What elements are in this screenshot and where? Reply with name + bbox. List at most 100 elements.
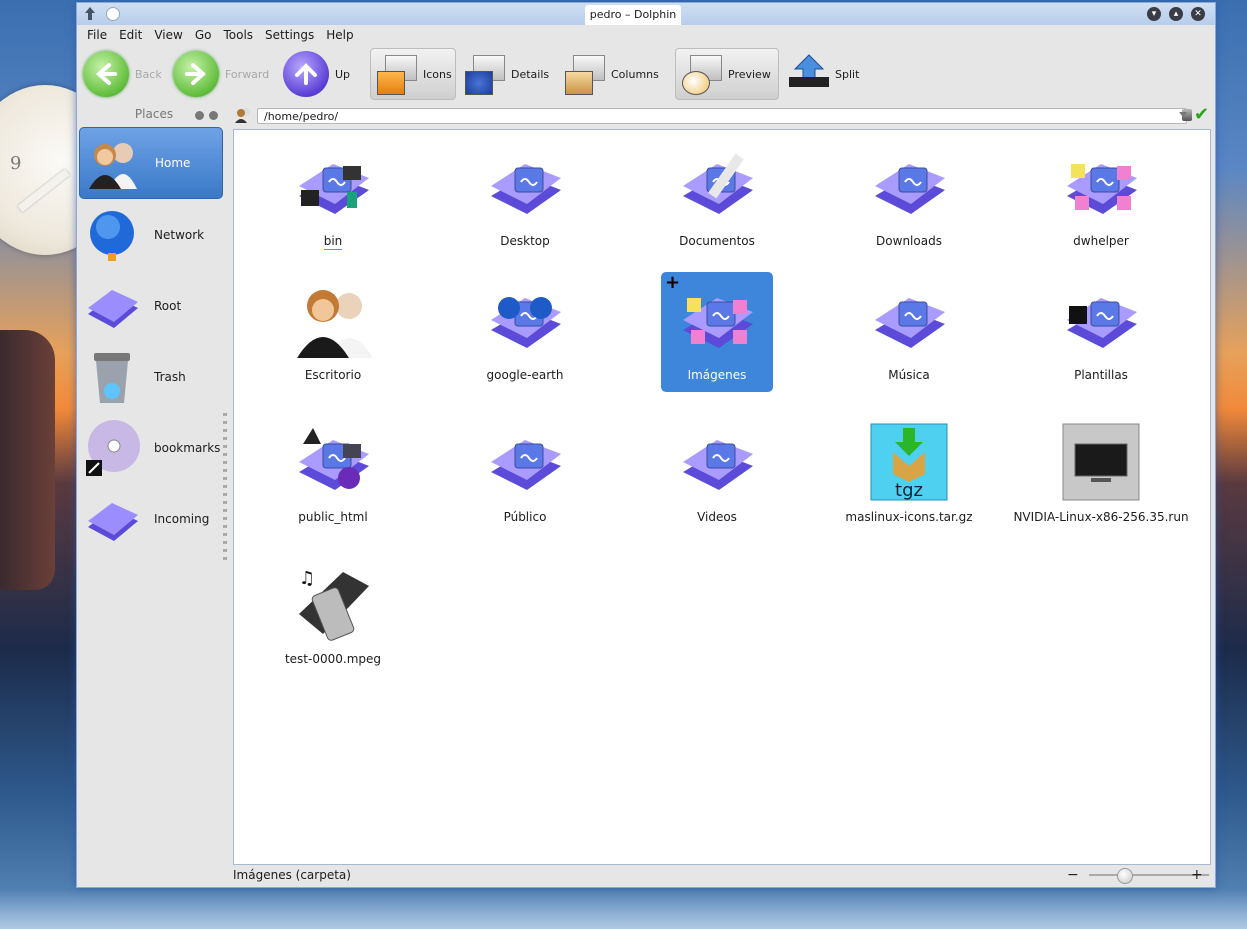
desktop-wallpaper-wave: [0, 889, 1247, 929]
file-name: Downloads: [876, 234, 942, 248]
title-bar[interactable]: pedro – Dolphin ▾ ▴ ✕: [77, 3, 1215, 25]
go-check-icon[interactable]: ✔: [1194, 105, 1209, 125]
file-name: maslinux-icons.tar.gz: [845, 510, 973, 524]
maximize-button[interactable]: ▴: [1169, 7, 1183, 21]
icons-view-button[interactable]: Icons: [370, 48, 456, 100]
split-button[interactable]: Split: [787, 48, 859, 100]
columns-view-button[interactable]: Columns: [563, 48, 659, 100]
details-view-icon: [463, 53, 505, 95]
file-item[interactable]: bin: [277, 138, 389, 258]
file-name: NVIDIA-Linux-x86-256.35.run: [1013, 510, 1189, 524]
file-item[interactable]: tgz maslinux-icons.tar.gz: [845, 414, 973, 534]
place-trash-label: Trash: [154, 370, 186, 384]
preview-button[interactable]: Preview: [675, 48, 779, 100]
menu-help[interactable]: Help: [326, 28, 353, 42]
app-menu-icon[interactable]: [84, 7, 96, 20]
place-bookmarks-label: bookmarks: [154, 441, 221, 455]
back-label: Back: [135, 67, 162, 81]
panel-float-icon[interactable]: [195, 111, 204, 120]
file-name: Público: [503, 510, 547, 524]
archive-tgz-icon: tgz: [869, 422, 949, 502]
panel-splitter[interactable]: [223, 413, 227, 563]
file-name: dwhelper: [1073, 234, 1129, 248]
minimize-button[interactable]: ▾: [1147, 7, 1161, 21]
window-title: pedro – Dolphin: [585, 5, 681, 25]
split-icon: [787, 53, 829, 95]
dolphin-window: pedro – Dolphin ▾ ▴ ✕ File Edit View Go …: [76, 2, 1216, 888]
file-item[interactable]: Plantillas: [1045, 272, 1157, 392]
file-name: public_html: [298, 510, 368, 524]
close-button[interactable]: ✕: [1191, 7, 1205, 21]
menu-edit[interactable]: Edit: [119, 28, 142, 42]
file-name: Videos: [697, 510, 737, 524]
place-root[interactable]: Root: [79, 271, 223, 341]
select-toggle-icon[interactable]: +: [665, 272, 680, 293]
file-item[interactable]: Música: [853, 272, 965, 392]
menu-tools[interactable]: Tools: [223, 28, 253, 42]
user-home-icon: [293, 280, 373, 360]
file-name: Escritorio: [304, 368, 362, 382]
folder-icon: [869, 280, 949, 360]
place-bookmarks[interactable]: bookmarks: [79, 413, 223, 483]
place-home[interactable]: Home: [79, 127, 223, 199]
file-item[interactable]: public_html: [277, 414, 389, 534]
file-item[interactable]: + Imágenes: [661, 272, 773, 392]
zoom-in-button[interactable]: +: [1191, 865, 1203, 885]
place-root-label: Root: [154, 299, 182, 313]
clock-hand: [17, 168, 70, 213]
forward-button[interactable]: Forward: [173, 48, 269, 100]
svg-text:♫: ♫: [299, 568, 315, 589]
places-panel-header: Places: [79, 107, 229, 125]
file-name: test-0000.mpeg: [284, 652, 382, 666]
bookmarks-disc-icon: [84, 420, 140, 476]
file-name: Documentos: [679, 234, 755, 248]
file-item[interactable]: Escritorio: [277, 272, 389, 392]
desktop-wallpaper-rock: [0, 330, 55, 590]
pin-icon[interactable]: [106, 7, 120, 21]
location-input[interactable]: /home/pedro/: [257, 108, 1187, 124]
file-item[interactable]: google-earth: [469, 272, 581, 392]
file-item[interactable]: Downloads: [853, 138, 965, 258]
place-trash[interactable]: Trash: [79, 342, 223, 412]
panel-close-icon[interactable]: [209, 111, 218, 120]
folder-icon: [677, 422, 757, 502]
zoom-slider-handle[interactable]: [1117, 868, 1133, 884]
place-network-label: Network: [154, 228, 205, 242]
zoom-out-button[interactable]: −: [1067, 865, 1079, 885]
details-view-button[interactable]: Details: [463, 48, 549, 100]
folder-icon: [869, 146, 949, 226]
up-button[interactable]: Up: [283, 48, 350, 100]
menu-file[interactable]: File: [87, 28, 107, 42]
back-button[interactable]: Back: [83, 48, 162, 100]
user-home-icon: [85, 135, 141, 191]
file-name: Imágenes: [687, 368, 747, 382]
up-arrow-icon: [283, 51, 329, 97]
folder-web-icon: [293, 422, 373, 502]
places-title: Places: [134, 107, 174, 121]
file-item[interactable]: Documentos: [661, 138, 773, 258]
file-item[interactable]: Videos: [661, 414, 773, 534]
folder-templates-icon: [1061, 280, 1141, 360]
location-history-dropdown[interactable]: [1179, 112, 1187, 117]
preview-icon: [680, 53, 722, 95]
file-item[interactable]: dwhelper: [1045, 138, 1157, 258]
file-item[interactable]: NVIDIA-Linux-x86-256.35.run: [1013, 414, 1189, 534]
icons-view-icon: [375, 53, 417, 95]
menu-go[interactable]: Go: [195, 28, 212, 42]
root-folder-icon: [84, 278, 140, 334]
place-network[interactable]: Network: [79, 200, 223, 270]
file-view[interactable]: bin Desktop Documentos Downloads dwhelper Esc…: [233, 129, 1211, 865]
file-item[interactable]: ♫ test-0000.mpeg: [277, 556, 389, 676]
tgz-text: tgz: [895, 480, 923, 501]
details-label: Details: [511, 67, 550, 81]
folder-special-icon: [293, 146, 373, 226]
file-item[interactable]: Público: [469, 414, 581, 534]
place-incoming[interactable]: Incoming: [79, 484, 223, 554]
executable-icon: [1061, 422, 1141, 502]
menu-settings[interactable]: Settings: [265, 28, 314, 42]
location-bar: /home/pedro/ ✔: [235, 105, 1210, 125]
forward-arrow-icon: [173, 51, 219, 97]
menu-view[interactable]: View: [154, 28, 182, 42]
file-name: Música: [888, 368, 930, 382]
file-item[interactable]: Desktop: [469, 138, 581, 258]
